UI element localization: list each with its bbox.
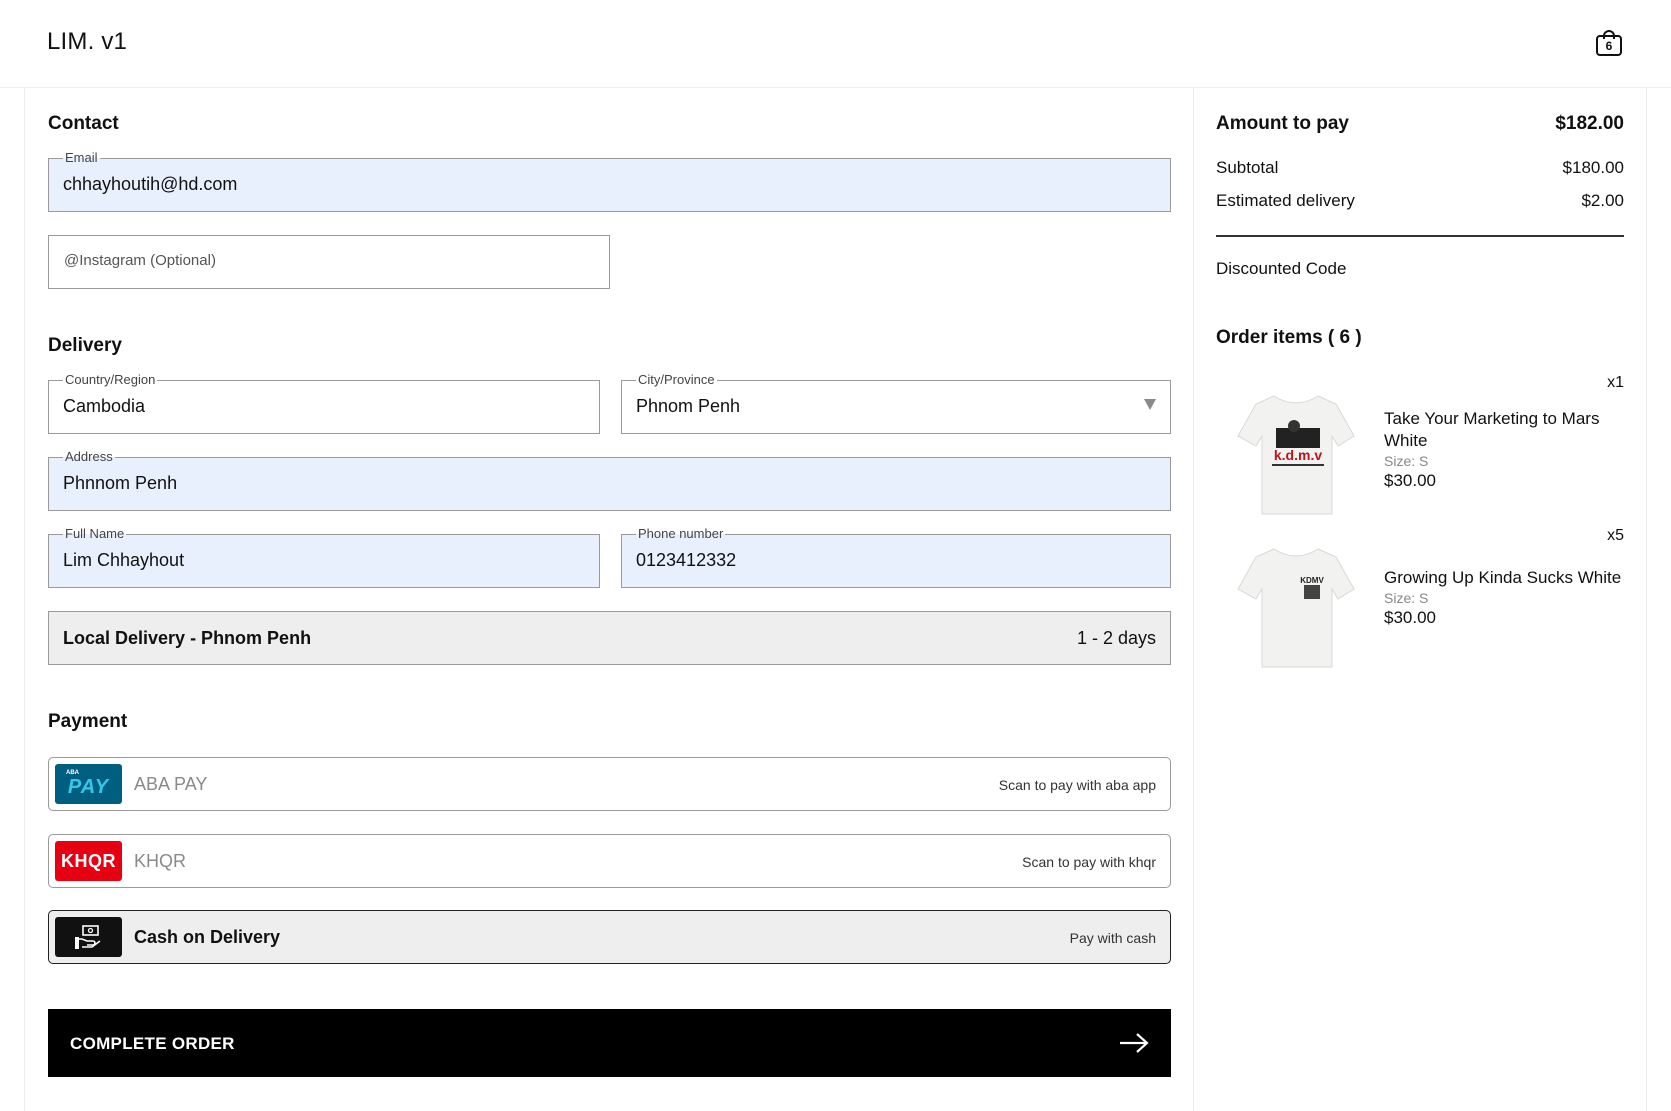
summary-divider xyxy=(1216,235,1624,237)
arrow-right-icon xyxy=(1120,1033,1149,1053)
address-label: Address xyxy=(63,448,115,466)
cart-icon[interactable]: 6 xyxy=(1596,30,1622,56)
order-item: x5 KDMV Growing Up Kinda Sucks White Siz… xyxy=(1216,527,1624,677)
discount-code-toggle[interactable]: Discounted Code xyxy=(1216,259,1346,279)
estimated-delivery-value: $2.00 xyxy=(1581,191,1624,210)
contact-title: Contact xyxy=(48,113,119,134)
payment-title: Payment xyxy=(48,711,128,732)
address-field[interactable]: Address Phnnom Penh xyxy=(48,448,1171,511)
cart-count: 6 xyxy=(1596,35,1622,56)
order-item: x1 k.d.m.v Take Your Marketing to Mars W… xyxy=(1216,374,1624,524)
brand-logo[interactable]: LIM. v1 xyxy=(47,28,127,56)
item-info: Take Your Marketing to Mars White Size: … xyxy=(1384,408,1624,492)
fullname-field[interactable]: Full Name Lim Chhayhout xyxy=(48,525,600,588)
shipping-option[interactable]: Local Delivery - Phnom Penh 1 - 2 days xyxy=(48,611,1171,665)
instagram-field[interactable]: @Instagram (Optional) xyxy=(48,235,610,289)
aba-pay-logo-icon: ABA PAY xyxy=(55,764,122,804)
aba-logo-big: PAY xyxy=(67,775,110,798)
amount-to-pay-label: Amount to pay xyxy=(1216,113,1349,134)
city-value: Phnom Penh xyxy=(636,396,741,416)
subtotal-label: Subtotal xyxy=(1216,158,1279,177)
amount-to-pay-value: $182.00 xyxy=(1555,113,1624,134)
email-value: chhayhoutih@hd.com xyxy=(63,174,238,194)
item-size: Size: S xyxy=(1384,453,1429,469)
phone-value: 0123412332 xyxy=(636,550,737,570)
item-info: Growing Up Kinda Sucks White Size: S $30… xyxy=(1384,567,1624,629)
tshirt-image-icon: k.d.m.v xyxy=(1237,395,1355,515)
payment-desc-aba: Scan to pay with aba app xyxy=(998,777,1156,793)
estimated-delivery-label: Estimated delivery xyxy=(1216,191,1355,210)
city-label: City/Province xyxy=(636,371,717,389)
item-quantity: x5 xyxy=(1607,527,1624,544)
complete-order-button[interactable]: COMPLETE ORDER xyxy=(48,1009,1171,1077)
subtotal-value: $180.00 xyxy=(1562,158,1624,177)
payment-desc-cod: Pay with cash xyxy=(1069,930,1156,946)
tshirt-print-text: KDMV xyxy=(1300,576,1324,585)
item-name: Growing Up Kinda Sucks White xyxy=(1384,568,1622,587)
cash-hand-icon xyxy=(55,917,122,957)
payment-label-khqr: KHQR xyxy=(134,851,187,871)
fullname-value: Lim Chhayhout xyxy=(63,550,185,570)
item-size: Size: S xyxy=(1384,590,1429,606)
instagram-placeholder: @Instagram (Optional) xyxy=(64,252,216,269)
email-label: Email xyxy=(63,149,100,167)
tshirt-print-text: k.d.m.v xyxy=(1274,447,1322,463)
left-border xyxy=(24,88,25,1111)
country-value: Cambodia xyxy=(63,396,146,416)
item-name: Take Your Marketing to Mars White xyxy=(1384,409,1600,450)
address-value: Phnnom Penh xyxy=(63,473,178,493)
tshirt-image-icon: KDMV xyxy=(1237,548,1355,668)
country-field[interactable]: Country/Region Cambodia xyxy=(48,371,600,434)
header: LIM. v1 6 xyxy=(0,0,1671,88)
email-field[interactable]: Email chhayhoutih@hd.com xyxy=(48,149,1171,212)
column-divider xyxy=(1193,88,1194,1111)
item-quantity: x1 xyxy=(1607,374,1624,391)
item-price: $30.00 xyxy=(1384,471,1436,490)
shipping-days: 1 - 2 days xyxy=(1076,628,1156,648)
dropdown-caret-icon xyxy=(1144,399,1156,410)
payment-option-khqr[interactable]: KHQR KHQR Scan to pay with khqr xyxy=(48,834,1171,888)
item-price: $30.00 xyxy=(1384,608,1436,627)
payment-label-aba: ABA PAY xyxy=(134,774,208,794)
payment-option-aba[interactable]: ABA PAY ABA PAY Scan to pay with aba app xyxy=(48,757,1171,811)
fullname-label: Full Name xyxy=(63,525,127,543)
right-border xyxy=(1646,88,1647,1111)
phone-field[interactable]: Phone number 0123412332 xyxy=(621,525,1171,588)
shipping-name: Local Delivery - Phnom Penh xyxy=(63,628,312,648)
phone-label: Phone number xyxy=(636,525,726,543)
delivery-title: Delivery xyxy=(48,335,122,356)
khqr-logo-icon: KHQR xyxy=(55,841,122,881)
order-items-title: Order items ( 6 ) xyxy=(1216,327,1362,348)
complete-order-label: COMPLETE ORDER xyxy=(70,1034,235,1053)
city-select[interactable]: City/Province Phnom Penh xyxy=(621,371,1171,434)
payment-desc-khqr: Scan to pay with khqr xyxy=(1022,854,1156,870)
payment-option-cod[interactable]: Cash on Delivery Pay with cash xyxy=(48,910,1171,964)
country-label: Country/Region xyxy=(63,371,158,389)
payment-label-cod: Cash on Delivery xyxy=(134,927,281,947)
